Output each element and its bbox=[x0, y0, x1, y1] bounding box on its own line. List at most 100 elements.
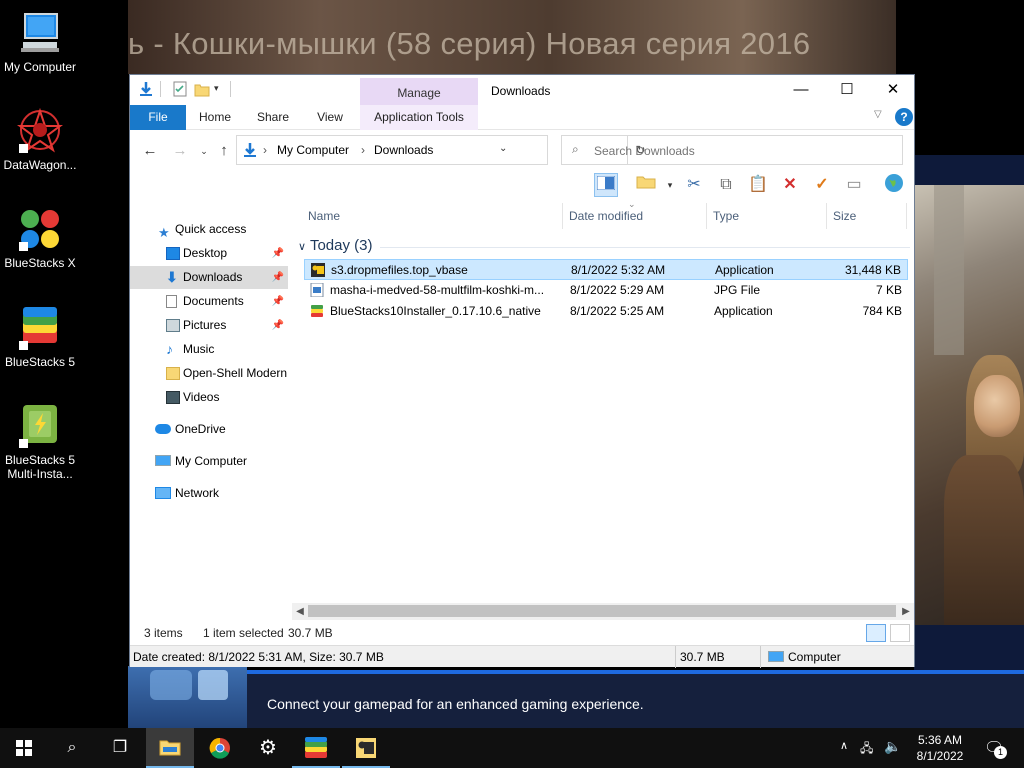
taskbar-file-explorer[interactable] bbox=[146, 728, 194, 768]
nav-label: Downloads bbox=[183, 270, 243, 284]
globe-icon[interactable] bbox=[882, 173, 906, 197]
title-bar[interactable]: ▾ Manage Downloads — ☐ ✕ bbox=[130, 75, 914, 105]
help-button[interactable]: ? bbox=[895, 108, 913, 126]
nav-quick-access[interactable]: ★ Quick access bbox=[130, 218, 288, 241]
ribbon-expand-chevron-icon[interactable]: ▽ bbox=[874, 109, 882, 120]
nav-music[interactable]: ♪ Music bbox=[130, 338, 288, 361]
nav-network[interactable]: Network bbox=[130, 482, 288, 505]
preview-pane-icon[interactable] bbox=[594, 173, 618, 197]
nav-pictures[interactable]: Pictures 📌 bbox=[130, 314, 288, 337]
properties-icon[interactable] bbox=[172, 81, 188, 97]
rename-check-icon[interactable]: ✓ bbox=[810, 173, 834, 197]
column-separator[interactable] bbox=[826, 203, 827, 229]
column-separator[interactable] bbox=[906, 203, 907, 229]
breadcrumb-my-computer[interactable]: My Computer bbox=[277, 143, 349, 157]
column-separator[interactable] bbox=[706, 203, 707, 229]
nav-desktop[interactable]: Desktop 📌 bbox=[130, 242, 288, 265]
nav-videos[interactable]: Videos bbox=[130, 386, 288, 409]
breadcrumb-chevron-icon[interactable]: › bbox=[263, 143, 267, 157]
pin-icon[interactable]: 📌 bbox=[272, 242, 284, 265]
maximize-button[interactable]: ☐ bbox=[824, 75, 870, 105]
folder-options-icon[interactable] bbox=[634, 173, 658, 197]
taskbar-settings[interactable]: ⚙ bbox=[244, 728, 292, 768]
address-dropdown-icon[interactable]: ⌄ bbox=[499, 143, 507, 154]
qat-dropdown-icon[interactable]: ▾ bbox=[214, 83, 219, 94]
taskbar-bluestacks[interactable] bbox=[292, 728, 340, 768]
desktop-icon-label: DataWagon... bbox=[3, 158, 77, 172]
search-box[interactable]: ⌕ bbox=[561, 135, 903, 165]
search-button[interactable]: ⌕ bbox=[48, 728, 96, 768]
breadcrumb-downloads[interactable]: Downloads bbox=[374, 143, 433, 157]
back-button[interactable]: ← bbox=[140, 141, 160, 161]
details-view-icon[interactable] bbox=[866, 624, 886, 642]
search-input[interactable] bbox=[594, 142, 894, 160]
file-date: 8/1/2022 5:25 AM bbox=[570, 304, 665, 318]
close-button[interactable]: ✕ bbox=[870, 75, 916, 105]
column-header-type[interactable]: Type bbox=[713, 209, 739, 223]
videos-icon bbox=[166, 391, 180, 404]
scroll-right-icon[interactable]: ▶ bbox=[898, 603, 914, 620]
nav-downloads[interactable]: ⬇ Downloads 📌 bbox=[130, 266, 288, 289]
nav-my-computer[interactable]: My Computer bbox=[130, 450, 288, 473]
column-header-date[interactable]: Date modified bbox=[569, 209, 643, 223]
group-collapse-chevron-icon[interactable]: ∨ bbox=[298, 241, 306, 253]
delete-icon[interactable]: ✕ bbox=[778, 173, 802, 197]
desktop-icon-bluestacks-multi[interactable]: BlueStacks 5 Multi-Insta... bbox=[0, 403, 80, 481]
task-view-button[interactable]: ❐ bbox=[96, 728, 144, 768]
desktop-icon-datawagon[interactable]: DataWagon... bbox=[0, 107, 80, 172]
options-dropdown-icon[interactable]: ▾ bbox=[658, 173, 682, 197]
taskbar: ⌕ ❐ ⚙ ∧ 🖧 🔈 5:36 AM 8/1/2022 🗨 1 bbox=[0, 728, 1024, 768]
selection-count: 1 item selected bbox=[203, 626, 284, 640]
desktop-icon-my-computer[interactable]: My Computer bbox=[0, 10, 80, 74]
file-row[interactable]: masha-i-medved-58-multfilm-koshki-m... 8… bbox=[304, 280, 908, 301]
horizontal-scrollbar[interactable]: ◀ ▶ bbox=[292, 603, 914, 620]
file-row[interactable]: s3.dropmefiles.top_vbase 8/1/2022 5:32 A… bbox=[304, 259, 908, 280]
column-header-size[interactable]: Size bbox=[833, 209, 856, 223]
nav-documents[interactable]: Documents 📌 bbox=[130, 290, 288, 313]
column-header-name[interactable]: Name bbox=[308, 209, 340, 223]
start-button[interactable] bbox=[0, 728, 48, 768]
desktop-icon-bluestacks-5[interactable]: BlueStacks 5 bbox=[0, 305, 80, 369]
tab-application-tools[interactable]: Application Tools bbox=[360, 105, 478, 130]
taskbar-vbase-app[interactable] bbox=[342, 728, 390, 768]
clock[interactable]: 5:36 AM 8/1/2022 bbox=[912, 732, 968, 764]
tab-home[interactable]: Home bbox=[190, 105, 240, 130]
minimize-button[interactable]: — bbox=[778, 75, 824, 105]
properties-panel-icon[interactable]: ▭ bbox=[842, 173, 866, 197]
forward-button[interactable]: → bbox=[170, 141, 190, 161]
file-explorer-window[interactable]: ▾ Manage Downloads — ☐ ✕ File Home Share… bbox=[129, 74, 915, 668]
paste-icon[interactable]: 📋 bbox=[746, 173, 770, 197]
file-row[interactable]: BlueStacks10Installer_0.17.10.6_native 8… bbox=[304, 301, 908, 322]
network-status-icon[interactable]: 🖧 bbox=[860, 739, 873, 760]
recent-locations-chevron-icon[interactable]: ⌄ bbox=[194, 141, 214, 161]
tab-view[interactable]: View bbox=[306, 105, 354, 130]
download-arrow-icon[interactable] bbox=[138, 81, 154, 97]
pin-icon[interactable]: 📌 bbox=[272, 266, 284, 289]
scrollbar-thumb[interactable] bbox=[308, 605, 896, 617]
nav-open-shell-modern[interactable]: Open-Shell Modern bbox=[130, 362, 288, 385]
taskbar-chrome[interactable] bbox=[196, 728, 244, 768]
breadcrumb-chevron-icon[interactable]: › bbox=[361, 143, 365, 157]
group-header-today[interactable]: ∨ Today (3) bbox=[298, 237, 373, 254]
tab-file[interactable]: File bbox=[130, 105, 186, 130]
pin-icon[interactable]: 📌 bbox=[272, 290, 284, 313]
copy-icon[interactable]: ⧉ bbox=[714, 173, 738, 197]
gamepad-notification[interactable]: Connect your gamepad for an enhanced gam… bbox=[128, 666, 1024, 728]
nav-onedrive[interactable]: OneDrive bbox=[130, 418, 288, 441]
tray-chevron-up-icon[interactable]: ∧ bbox=[840, 739, 848, 752]
large-icons-view-icon[interactable] bbox=[890, 624, 910, 642]
up-button[interactable]: ↑ bbox=[214, 141, 234, 161]
address-bar[interactable]: › My Computer › Downloads ⌄ ↻ bbox=[236, 135, 646, 165]
cut-icon[interactable]: ✂ bbox=[682, 173, 706, 197]
tab-share[interactable]: Share bbox=[248, 105, 298, 130]
new-folder-icon[interactable] bbox=[194, 81, 210, 97]
volume-icon[interactable]: 🔈 bbox=[884, 738, 901, 755]
details-divider bbox=[675, 646, 676, 668]
pin-icon[interactable]: 📌 bbox=[272, 314, 284, 337]
column-separator[interactable] bbox=[562, 203, 563, 229]
scroll-left-icon[interactable]: ◀ bbox=[292, 603, 308, 620]
selection-size: 30.7 MB bbox=[288, 626, 333, 640]
desktop-icon-bluestacks-x[interactable]: BlueStacks X bbox=[0, 206, 80, 270]
action-center-button[interactable]: 🗨 1 bbox=[978, 728, 1018, 768]
file-list[interactable]: Name ⌄ Date modified Type Size ∨ Today (… bbox=[296, 199, 914, 603]
